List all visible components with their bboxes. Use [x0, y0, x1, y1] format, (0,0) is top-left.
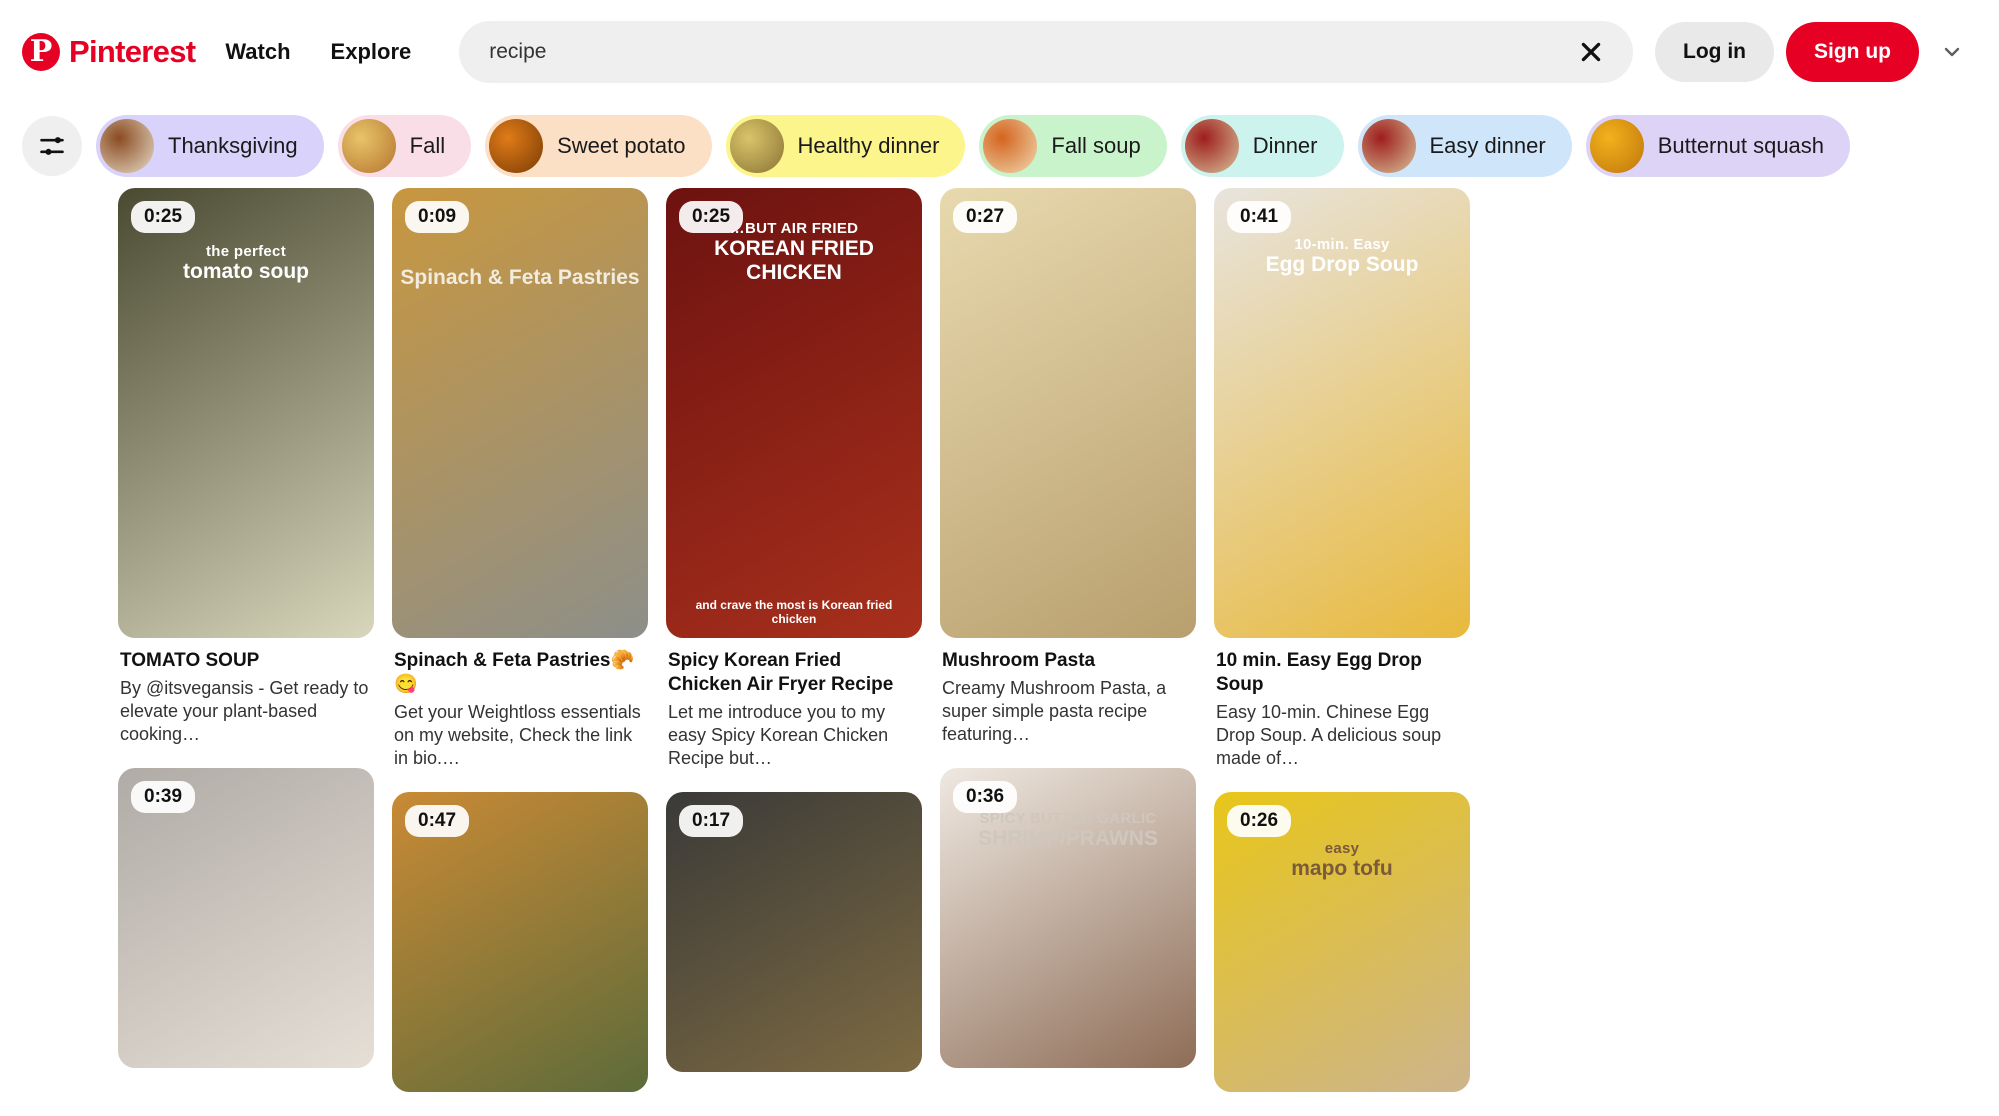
- pin-column: 0:41 10-min. Easy Egg Drop Soup 10 min. Eas…: [1214, 188, 1470, 1114]
- pin-card[interactable]: 0:17: [666, 791, 922, 1072]
- video-duration-badge: 0:36: [953, 780, 1018, 813]
- pin-image[interactable]: 0:25 the perfect tomato soup: [118, 188, 374, 638]
- overlay-title: SHRIMP/PRAWNS: [978, 826, 1158, 850]
- filter-chip-butternut-squash[interactable]: Butternut squash: [1585, 115, 1851, 177]
- pin-description: Easy 10-min. Chinese Egg Drop Soup. A de…: [1216, 701, 1442, 768]
- chip-thumbnail: [729, 119, 784, 173]
- overlay-subtitle: 10-min. Easy: [1294, 236, 1390, 253]
- chip-label: Dinner: [1252, 133, 1318, 158]
- video-duration-badge: 0:41: [1227, 201, 1292, 233]
- nav-item-explore[interactable]: Explore: [311, 25, 432, 79]
- chip-thumbnail: [100, 119, 154, 173]
- pin-card[interactable]: 0:36 SPICY BUTTER GARLIC SHRIMP/PRAWNS: [940, 767, 1196, 1068]
- pin-title: Spicy Korean Fried Chicken Air Fryer Rec…: [668, 650, 894, 695]
- search-bar[interactable]: [459, 21, 1634, 83]
- pin-description: Get your Weightloss essentials on my web…: [394, 701, 641, 768]
- pin-image[interactable]: 0:36 SPICY BUTTER GARLIC SHRIMP/PRAWNS: [940, 767, 1196, 1068]
- pin-card[interactable]: 0:39: [118, 767, 374, 1068]
- video-duration-badge: 0:25: [679, 201, 744, 233]
- overlay-title: mapo tofu: [1291, 856, 1393, 880]
- chip-label: Healthy dinner: [797, 133, 940, 158]
- pin-grid: 0:25 the perfect tomato soup TOMATO SOUP By …: [0, 188, 1999, 1114]
- pin-image[interactable]: 0:27: [940, 188, 1196, 638]
- filter-chip-easy-dinner[interactable]: Easy dinner: [1357, 115, 1572, 177]
- chip-label: Fall soup: [1051, 133, 1141, 158]
- pin-overlay-text: Spinach & Feta Pastries: [392, 266, 648, 290]
- pin-column: 0:27 Mushroom Pasta Creamy Mushroom Pasta,…: [940, 188, 1196, 1090]
- pin-image[interactable]: 0:17: [666, 791, 922, 1072]
- overlay-title: Spinach & Feta Pastries: [400, 266, 640, 289]
- pin-card[interactable]: 0:25 the perfect tomato soup TOMATO SOUP By …: [118, 188, 374, 746]
- pin-image[interactable]: 0:39: [118, 767, 374, 1068]
- close-icon[interactable]: [1571, 32, 1611, 72]
- pin-column: 0:25 …BUT AIR FRIED KOREAN FRIED CHICKEN an…: [666, 188, 922, 1094]
- pin-description: Creamy Mushroom Pasta, a super simple pa…: [942, 677, 1167, 744]
- pin-image[interactable]: 0:09 Spinach & Feta Pastries: [392, 188, 648, 638]
- pin-image[interactable]: 0:26 easy mapo tofu: [1214, 791, 1470, 1092]
- pin-title: Mushroom Pasta: [942, 650, 1096, 671]
- pin-overlay-text: 10-min. Easy Egg Drop Soup: [1214, 236, 1470, 277]
- filter-sliders-icon[interactable]: [22, 116, 82, 176]
- chip-label: Thanksgiving: [168, 133, 298, 158]
- overlay-title: Egg Drop Soup: [1265, 253, 1419, 276]
- pin-image[interactable]: 0:47: [392, 791, 648, 1092]
- video-duration-badge: 0:39: [131, 780, 196, 813]
- pin-overlay-text: easy mapo tofu: [1214, 840, 1470, 881]
- filter-chip-sweet-potato[interactable]: Sweet potato: [485, 115, 712, 177]
- filter-chip-row: Thanksgiving Fall Sweet potato Healthy dinn…: [0, 104, 1999, 188]
- pin-card[interactable]: 0:09 Spinach & Feta Pastries Spinach & Fet…: [392, 188, 648, 770]
- filter-chip-thanksgiving[interactable]: Thanksgiving: [96, 115, 324, 177]
- pin-overlay-text: SPICY BUTTER GARLIC SHRIMP/PRAWNS: [940, 810, 1196, 851]
- nav-item-watch[interactable]: Watch: [205, 25, 310, 79]
- chip-thumbnail: [983, 119, 1038, 173]
- pin-overlay-text: the perfect tomato soup: [118, 243, 374, 284]
- chip-thumbnail: [489, 119, 544, 173]
- pin-caption: and crave the most is Korean fried chick…: [695, 598, 893, 626]
- filter-chip-healthy-dinner[interactable]: Healthy dinner: [725, 115, 966, 177]
- chip-label: Sweet potato: [557, 133, 686, 158]
- overlay-title: tomato soup: [183, 260, 309, 283]
- chip-thumbnail: [1589, 119, 1644, 173]
- chip-thumbnail: [1361, 119, 1416, 173]
- chip-thumbnail: [341, 119, 396, 173]
- signup-button[interactable]: Sign up: [1786, 22, 1919, 82]
- pin-column: 0:09 Spinach & Feta Pastries Spinach & Fet…: [392, 188, 648, 1114]
- pin-description: By @itsvegansis - Get ready to elevate y…: [120, 677, 369, 744]
- pin-description: Let me introduce you to my easy Spicy Ko…: [668, 701, 889, 768]
- pin-card[interactable]: 0:47: [392, 791, 648, 1092]
- overlay-title: KOREAN FRIED CHICKEN: [714, 237, 874, 285]
- overlay-subtitle: the perfect: [206, 243, 286, 260]
- filter-chip-fall-soup[interactable]: Fall soup: [979, 115, 1167, 177]
- pin-column: 0:25 the perfect tomato soup TOMATO SOUP By …: [118, 188, 374, 1090]
- pin-card[interactable]: 0:25 …BUT AIR FRIED KOREAN FRIED CHICKEN an…: [666, 188, 922, 770]
- search-input[interactable]: [489, 40, 1572, 64]
- video-duration-badge: 0:47: [405, 804, 470, 837]
- chip-thumbnail: [1184, 119, 1239, 173]
- pinterest-logo[interactable]: P Pinterest: [18, 27, 205, 77]
- pinterest-logo-icon: P: [22, 33, 60, 71]
- pin-card[interactable]: 0:26 easy mapo tofu: [1214, 791, 1470, 1092]
- video-duration-badge: 0:09: [405, 201, 470, 233]
- top-header: P Pinterest Watch Explore Log in Sign up: [0, 0, 1999, 104]
- video-duration-badge: 0:26: [1227, 804, 1292, 837]
- filter-chip-dinner[interactable]: Dinner: [1180, 115, 1344, 177]
- pin-image[interactable]: 0:25 …BUT AIR FRIED KOREAN FRIED CHICKEN an…: [666, 188, 922, 638]
- chip-label: Fall: [409, 133, 446, 158]
- video-duration-badge: 0:25: [131, 201, 196, 233]
- pin-card[interactable]: 0:27 Mushroom Pasta Creamy Mushroom Pasta,…: [940, 188, 1196, 746]
- pin-title: TOMATO SOUP: [120, 650, 260, 671]
- pin-title: Spinach & Feta Pastries🥐😋: [394, 650, 635, 695]
- overlay-subtitle: easy: [1324, 839, 1360, 857]
- video-duration-badge: 0:27: [953, 201, 1018, 233]
- filter-chip-fall[interactable]: Fall: [337, 115, 472, 177]
- chevron-down-icon[interactable]: [1929, 29, 1975, 75]
- chip-label: Easy dinner: [1429, 133, 1546, 158]
- pin-card[interactable]: 0:41 10-min. Easy Egg Drop Soup 10 min. Eas…: [1214, 188, 1470, 770]
- login-button[interactable]: Log in: [1655, 22, 1774, 82]
- pinterest-logo-text: Pinterest: [69, 34, 196, 69]
- pin-title: 10 min. Easy Egg Drop Soup: [1216, 650, 1422, 695]
- chip-label: Butternut squash: [1657, 133, 1825, 158]
- pin-image[interactable]: 0:41 10-min. Easy Egg Drop Soup: [1214, 188, 1470, 638]
- video-duration-badge: 0:17: [679, 804, 744, 837]
